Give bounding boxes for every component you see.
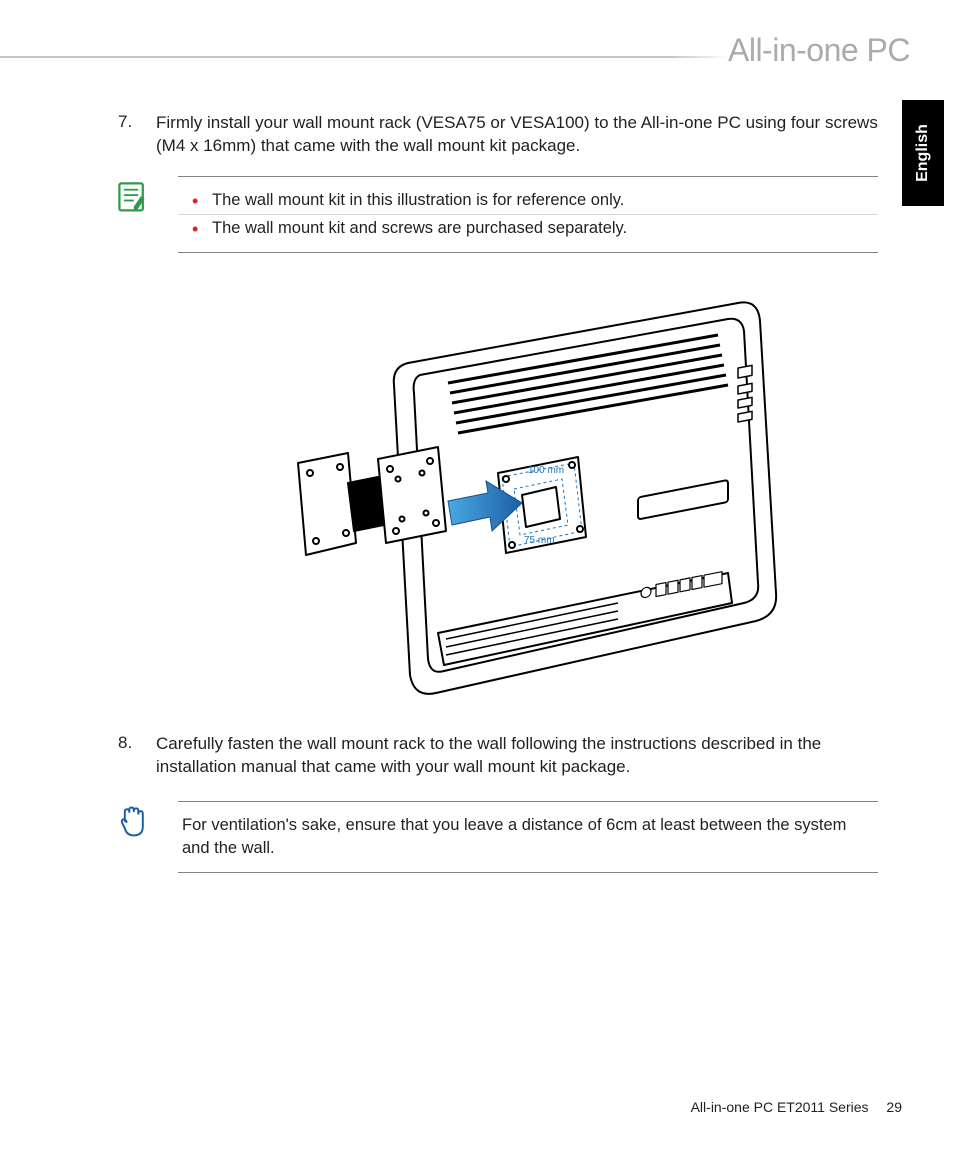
step-number: 7.	[118, 112, 156, 158]
page-header-title: All-in-one PC	[728, 32, 910, 69]
dim-label-100: 100 mm	[528, 465, 564, 476]
note-item: The wall mount kit in this illustration …	[178, 187, 878, 215]
note-box-reference: The wall mount kit in this illustration …	[114, 176, 878, 253]
footer-page-number: 29	[886, 1099, 902, 1115]
step-text: Firmly install your wall mount rack (VES…	[156, 112, 878, 158]
footer-series: All-in-one PC ET2011 Series	[691, 1099, 869, 1115]
dim-label-75: 75 mm	[524, 535, 555, 546]
caution-text: For ventilation's sake, ensure that you …	[178, 814, 878, 860]
caution-box-ventilation: For ventilation's sake, ensure that you …	[114, 801, 878, 873]
header-rule	[0, 56, 730, 58]
note-item: The wall mount kit and screws are purcha…	[178, 215, 878, 242]
language-tab: English	[902, 100, 944, 206]
note-body: The wall mount kit in this illustration …	[178, 176, 878, 253]
hand-stop-icon	[114, 803, 150, 839]
instruction-step-7: 7. Firmly install your wall mount rack (…	[118, 112, 878, 158]
caution-body: For ventilation's sake, ensure that you …	[178, 801, 878, 873]
step-text: Carefully fasten the wall mount rack to …	[156, 733, 878, 779]
page-footer: All-in-one PC ET2011 Series 29	[691, 1099, 902, 1115]
wall-mount-illustration: 100 mm 75 mm	[198, 273, 798, 703]
language-label: English	[914, 124, 932, 182]
instruction-step-8: 8. Carefully fasten the wall mount rack …	[118, 733, 878, 779]
page-content: 7. Firmly install your wall mount rack (…	[118, 112, 878, 893]
step-number: 8.	[118, 733, 156, 779]
note-icon	[114, 178, 150, 214]
